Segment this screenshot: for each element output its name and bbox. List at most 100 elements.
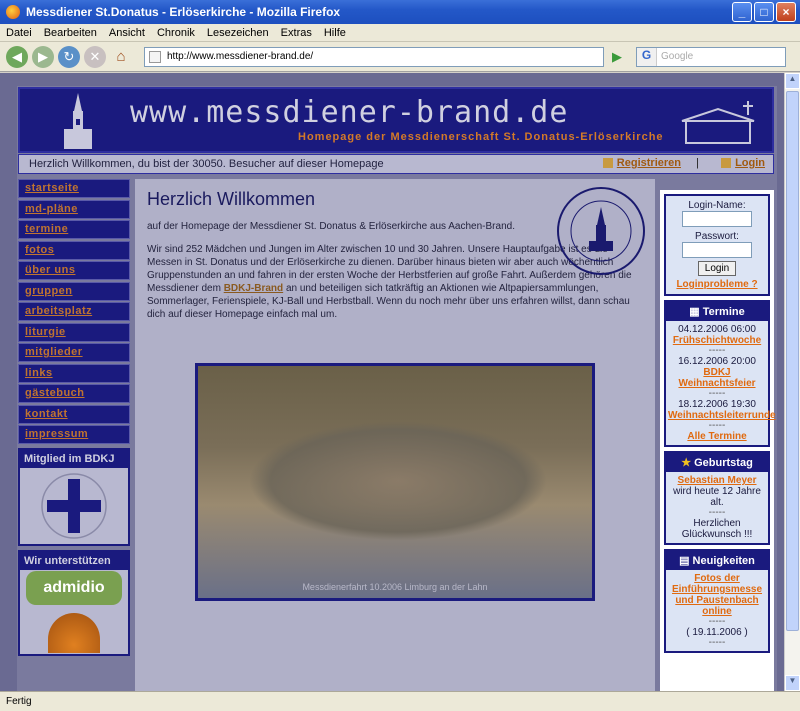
all-termine-link[interactable]: Alle Termine <box>668 431 766 442</box>
nav-gruppen[interactable]: gruppen <box>18 281 130 301</box>
calendar-icon: ▦ <box>689 306 700 318</box>
menu-bearbeiten[interactable]: Bearbeiten <box>44 27 97 39</box>
site-banner: www.messdiener-brand.de Homepage der Mes… <box>18 87 774 153</box>
divider: ----- <box>708 388 726 399</box>
nav-arbeitsplatz[interactable]: arbeitsplatz <box>18 302 130 321</box>
termin-date: 04.12.2006 06:00 <box>678 324 756 335</box>
vertical-scrollbar[interactable]: ▲ ▼ <box>784 73 800 691</box>
nav-gaestebuch[interactable]: gästebuch <box>18 384 130 403</box>
window-controls: _ □ × <box>732 2 796 22</box>
reload-icon[interactable]: ↻ <box>58 45 80 68</box>
admidio-logo[interactable]: admidio <box>26 571 122 605</box>
nav-links[interactable]: links <box>18 363 130 383</box>
page-icon <box>149 50 161 63</box>
web-page: www.messdiener-brand.de Homepage der Mes… <box>17 86 777 691</box>
birthday-wish: Herzlichen Glückwunsch !!! <box>681 518 753 540</box>
divider: ----- <box>708 507 726 518</box>
messdiener-stamp-icon <box>557 187 645 275</box>
google-icon[interactable]: G <box>637 47 657 66</box>
status-bar: Fertig <box>0 691 800 711</box>
login-name-input[interactable] <box>682 211 752 227</box>
bdkj-box: Mitglied im BDKJ <box>18 448 130 546</box>
menu-chronik[interactable]: Chronik <box>157 27 195 39</box>
nav-kontakt[interactable]: kontakt <box>18 404 130 424</box>
login-link[interactable]: Login <box>721 157 765 169</box>
bdkj-box-title: Mitglied im BDKJ <box>20 450 128 468</box>
maximize-button[interactable]: □ <box>754 2 774 22</box>
nav-md-plaene[interactable]: md-pläne <box>18 199 130 219</box>
birthday-box: ★ Geburtstag Sebastian Meyer wird heute … <box>664 451 770 545</box>
termin-date: 18.12.2006 19:30 <box>678 399 756 410</box>
login-name-label: Login-Name: <box>688 200 746 211</box>
register-icon <box>602 158 613 169</box>
scroll-down-icon[interactable]: ▼ <box>785 675 800 691</box>
site-subtitle: Homepage der Messdienerschaft St. Donatu… <box>298 131 664 143</box>
divider: ----- <box>708 420 726 431</box>
scroll-thumb[interactable] <box>786 91 799 631</box>
star-icon: ★ <box>681 457 692 469</box>
divider: ----- <box>708 637 726 648</box>
bdkj-logo-icon[interactable] <box>39 471 109 541</box>
stop-icon[interactable]: ✕ <box>84 45 106 68</box>
welcome-bar: Herzlich Willkommen, du bist der 30050. … <box>18 154 774 174</box>
clipboard-icon: ▤ <box>679 555 690 567</box>
url-text: http://www.messdiener-brand.de/ <box>167 51 314 62</box>
menu-extras[interactable]: Extras <box>281 27 312 39</box>
login-box: Login-Name: Passwort: Login Loginproblem… <box>664 194 770 296</box>
birthday-name-link[interactable]: Sebastian Meyer <box>668 475 766 486</box>
termine-box: ▦ Termine 04.12.2006 06:00 Frühschichtwo… <box>664 300 776 447</box>
nav-termine[interactable]: termine <box>18 220 130 239</box>
photo-crowd <box>248 421 548 541</box>
divider: ----- <box>708 616 726 627</box>
navigation-toolbar: ◀ ▶ ↻ ✕ ⌂ http://www.messdiener-brand.de… <box>0 42 800 72</box>
birthday-text: wird heute 12 Jahre alt. <box>673 486 761 508</box>
group-photo[interactable]: Messdienerfahrt 10.2006 Limburg an der L… <box>195 363 595 601</box>
search-placeholder: Google <box>661 51 694 62</box>
password-input[interactable] <box>682 242 752 258</box>
forward-icon[interactable]: ▶ <box>32 45 54 68</box>
url-input[interactable]: http://www.messdiener-brand.de/ <box>144 46 604 67</box>
search-input[interactable]: G Google <box>636 46 786 67</box>
menu-hilfe[interactable]: Hilfe <box>324 27 346 39</box>
right-column: Login-Name: Passwort: Login Loginproblem… <box>660 190 776 691</box>
login-button[interactable]: Login <box>697 261 737 276</box>
nav-mitglieder[interactable]: mitglieder <box>18 343 130 362</box>
church-building-icon <box>681 101 755 144</box>
key-icon <box>721 158 732 169</box>
nav-impressum[interactable]: impressum <box>18 425 130 444</box>
main-content: Herzlich Willkommen auf der Homepage der… <box>135 179 655 691</box>
menu-ansicht[interactable]: Ansicht <box>109 27 145 39</box>
nav-liturgie[interactable]: liturgie <box>18 322 130 342</box>
login-problems-link[interactable]: Loginprobleme ? <box>668 279 766 290</box>
window-titlebar: Messdiener St.Donatus - Erlöserkirche - … <box>0 0 800 24</box>
termine-header: ▦ Termine <box>666 302 768 321</box>
welcome-text: Herzlich Willkommen, du bist der 30050. … <box>29 158 384 170</box>
nav-ueber-uns[interactable]: über uns <box>18 261 130 280</box>
left-navigation: startseite md-pläne termine fotos über u… <box>18 179 130 656</box>
news-header: ▤ Neuigkeiten <box>666 551 768 570</box>
window-title: Messdiener St.Donatus - Erlöserkirche - … <box>26 5 341 19</box>
support-box: Wir unterstützen admidio <box>18 550 130 656</box>
menubar: Datei Bearbeiten Ansicht Chronik Lesezei… <box>0 24 800 42</box>
minimize-button[interactable]: _ <box>732 2 752 22</box>
back-icon[interactable]: ◀ <box>6 45 28 68</box>
news-link[interactable]: Fotos der Einführungsmesse und Paustenba… <box>668 573 766 617</box>
menu-datei[interactable]: Datei <box>6 27 32 39</box>
birthday-header: ★ Geburtstag <box>666 453 768 472</box>
close-button[interactable]: × <box>776 2 796 22</box>
menu-lesezeichen[interactable]: Lesezeichen <box>207 27 269 39</box>
scroll-up-icon[interactable]: ▲ <box>785 73 800 89</box>
firefox-logo-icon[interactable] <box>48 613 100 653</box>
go-icon[interactable]: ▶ <box>608 48 626 66</box>
church-icon <box>64 93 92 149</box>
nav-startseite[interactable]: startseite <box>18 179 130 198</box>
separator: | <box>696 157 699 169</box>
password-label: Passwort: <box>695 231 739 242</box>
home-icon[interactable]: ⌂ <box>110 46 132 68</box>
browser-viewport: www.messdiener-brand.de Homepage der Mes… <box>0 73 784 691</box>
register-link[interactable]: Registrieren <box>602 157 681 169</box>
termin-link[interactable]: BDKJ Weihnachtsfeier <box>668 367 766 389</box>
firefox-icon <box>6 5 20 19</box>
bdkj-link[interactable]: BDKJ-Brand <box>224 283 283 294</box>
nav-fotos[interactable]: fotos <box>18 240 130 260</box>
